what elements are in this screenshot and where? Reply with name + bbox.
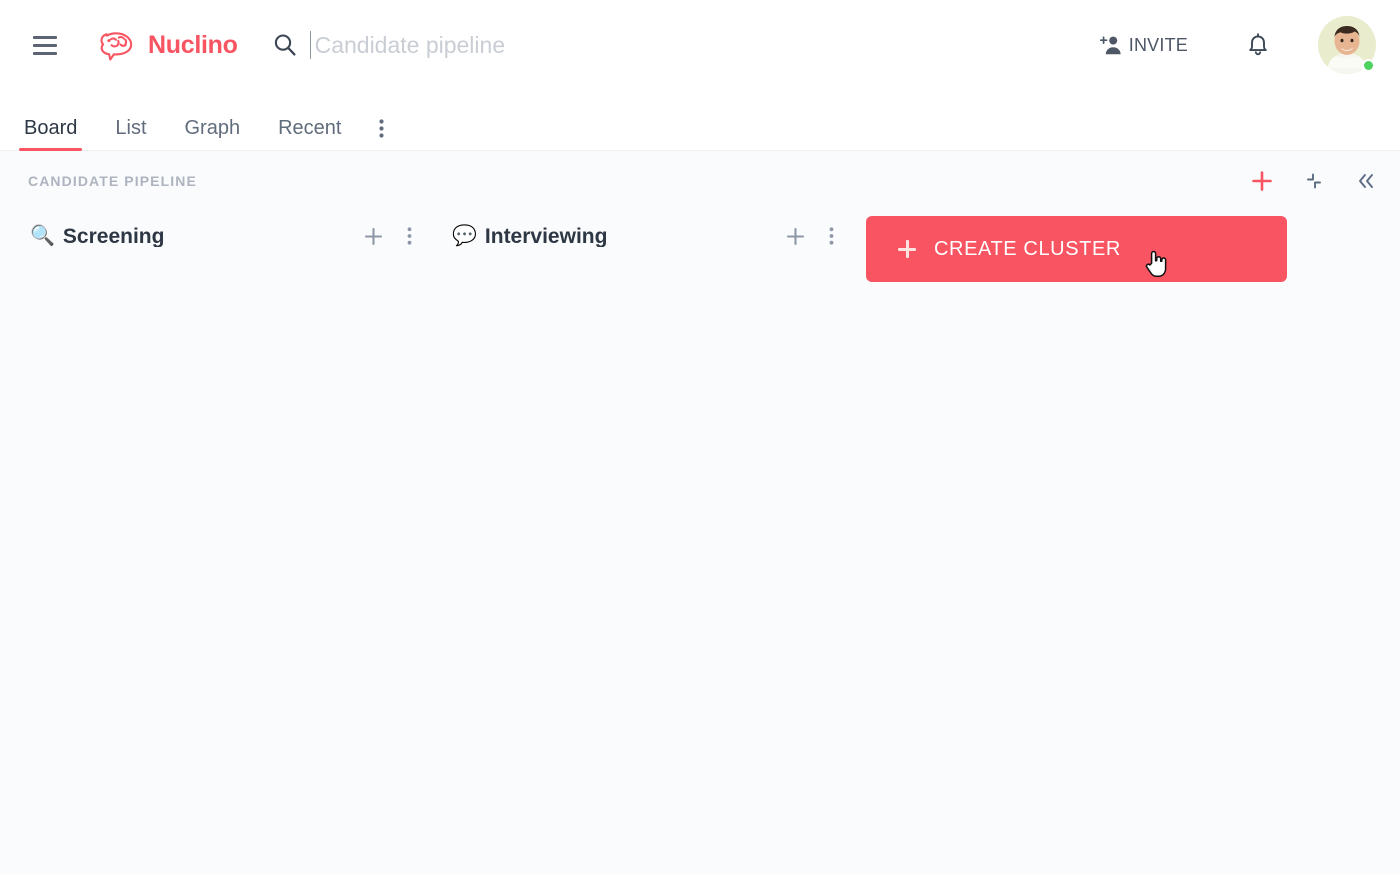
invite-button[interactable]: INVITE (1090, 29, 1198, 61)
more-vertical-icon (829, 227, 833, 245)
column-add-item-button[interactable] (780, 221, 810, 251)
hamburger-menu-icon[interactable] (28, 28, 62, 62)
create-cluster-button[interactable]: CREATE CLUSTER (866, 216, 1287, 282)
board-column-screening: 🔍 Screening (22, 211, 444, 261)
view-tabs: Board List Graph Recent (0, 90, 1400, 151)
search-icon (274, 34, 296, 56)
person-add-icon (1099, 36, 1121, 55)
header-actions: INVITE (1090, 16, 1376, 74)
column-header: 💬 Interviewing (444, 211, 848, 261)
board-toolbar: CANDIDATE PIPELINE (0, 151, 1400, 211)
plus-icon (898, 240, 916, 258)
create-cluster-label: CREATE CLUSTER (934, 238, 1121, 260)
column-menu-button[interactable] (816, 221, 846, 251)
nuclino-brain-logo-icon (100, 32, 133, 61)
column-title-screening: Screening (62, 225, 165, 247)
board-column-interviewing: 💬 Interviewing (444, 211, 866, 261)
add-item-button[interactable] (1250, 169, 1274, 193)
column-title-interviewing: Interviewing (484, 225, 608, 247)
tab-recent-label: Recent (278, 117, 342, 139)
search-placeholder: Candidate pipeline (314, 31, 506, 58)
tab-graph-label: Graph (184, 117, 241, 139)
bell-icon (1249, 33, 1267, 56)
tab-board[interactable]: Board (18, 117, 83, 151)
plus-icon (1252, 171, 1272, 191)
hamburger-line (33, 35, 57, 39)
brand-name-label: Nuclino (148, 30, 238, 59)
collapse-corners-icon (1307, 173, 1321, 189)
notifications-button[interactable] (1236, 23, 1280, 67)
invite-label: INVITE (1128, 35, 1188, 55)
tab-list-label: List (115, 117, 147, 139)
page-title: CANDIDATE PIPELINE (28, 173, 197, 189)
search-input[interactable]: Candidate pipeline (309, 26, 1072, 64)
board-toolbar-actions (1250, 169, 1378, 193)
hamburger-line (33, 43, 57, 47)
more-vertical-icon (379, 119, 385, 138)
more-vertical-icon (407, 227, 411, 245)
tabs-overflow-button[interactable] (379, 119, 385, 150)
tab-recent[interactable]: Recent (278, 118, 341, 150)
account-menu-button[interactable] (1318, 16, 1376, 74)
plus-icon (786, 227, 804, 245)
magnifying-glass-emoji: 🔍 (30, 225, 55, 247)
collapse-all-button[interactable] (1302, 169, 1326, 193)
text-caret (309, 31, 311, 59)
app-root: Nuclino Candidate pipeline INVITE Board … (0, 0, 1400, 875)
tab-graph[interactable]: Graph (185, 118, 241, 150)
status-badge (1362, 59, 1375, 72)
hide-sidebar-button[interactable] (1354, 169, 1378, 193)
chevrons-left-icon (1359, 174, 1373, 188)
global-search[interactable]: Candidate pipeline (272, 23, 1072, 67)
hamburger-line (33, 51, 57, 55)
top-header-bar: Nuclino Candidate pipeline INVITE (0, 0, 1400, 90)
column-add-item-button[interactable] (358, 221, 388, 251)
column-header: 🔍 Screening (22, 211, 426, 261)
board-canvas: 🔍 Screening 💬 Interviewing CREATE CLUSTE… (0, 211, 1400, 875)
tab-board-label: Board (24, 117, 78, 139)
nuclino-logo[interactable]: Nuclino (99, 28, 238, 62)
tab-list[interactable]: List (115, 118, 146, 150)
board-columns: 🔍 Screening 💬 Interviewing CREATE CLUSTE… (22, 211, 1400, 282)
column-menu-button[interactable] (394, 221, 424, 251)
speech-balloon-emoji: 💬 (452, 225, 477, 247)
plus-icon (364, 227, 382, 245)
